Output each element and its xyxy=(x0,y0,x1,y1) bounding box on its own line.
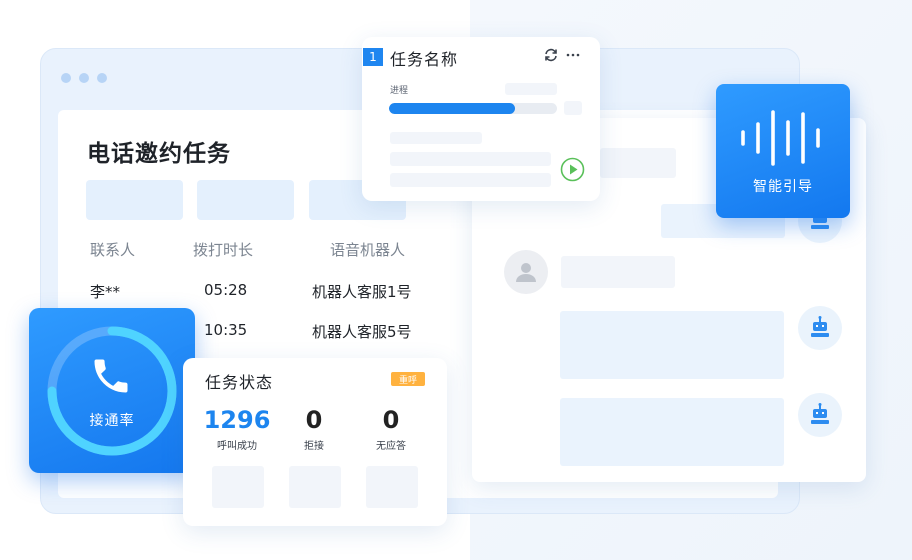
progress-label: 进程 xyxy=(390,86,409,96)
progress-bar xyxy=(389,103,557,114)
column-header-contact: 联系人 xyxy=(90,241,136,259)
refresh-icon[interactable] xyxy=(543,47,559,67)
metric-value-no-answer: 0 xyxy=(382,406,400,434)
play-icon[interactable] xyxy=(560,157,585,186)
robot-avatar-icon xyxy=(798,393,842,437)
cell-duration: 05:28 xyxy=(204,281,248,299)
cell-robot: 机器人客服5号 xyxy=(312,323,412,341)
placeholder-bar xyxy=(390,152,551,166)
progress-fill xyxy=(389,103,515,114)
user-avatar-icon xyxy=(504,250,548,294)
metric-value-success: 1296 xyxy=(203,406,271,434)
placeholder-bar xyxy=(564,101,582,115)
window-dot xyxy=(97,73,107,83)
summary-box xyxy=(86,180,183,220)
placeholder-box xyxy=(366,466,418,508)
metric-label-no-answer: 无应答 xyxy=(376,441,406,452)
window-dot xyxy=(61,73,71,83)
metric-value-rejected: 0 xyxy=(305,406,323,434)
task-number: 1 xyxy=(363,48,383,66)
placeholder-bar xyxy=(390,132,482,144)
placeholder-bar xyxy=(505,83,557,95)
placeholder-bar xyxy=(390,173,551,187)
chat-bubble-placeholder xyxy=(560,311,784,379)
placeholder-box xyxy=(212,466,264,508)
chat-bubble-placeholder xyxy=(600,148,676,178)
connect-rate-card[interactable]: 接通率 xyxy=(29,308,195,473)
more-icon[interactable] xyxy=(566,47,580,67)
page-title: 电话邀约任务 xyxy=(87,141,231,167)
voice-guide-label: 智能引导 xyxy=(753,179,813,195)
waveform-icon xyxy=(741,110,820,166)
robot-avatar-icon xyxy=(798,306,842,350)
column-header-duration: 拨打时长 xyxy=(193,241,254,259)
cell-contact: 李** xyxy=(90,283,121,301)
metric-label-rejected: 拒接 xyxy=(304,441,324,452)
status-badge: 重呼 xyxy=(391,372,425,386)
connect-rate-label: 接通率 xyxy=(89,413,135,429)
placeholder-box xyxy=(289,466,341,508)
column-header-robot: 语音机器人 xyxy=(330,241,406,259)
voice-guide-card[interactable]: 智能引导 xyxy=(716,84,850,218)
status-title: 任务状态 xyxy=(205,373,274,392)
task-name: 任务名称 xyxy=(390,50,459,69)
chat-bubble-placeholder xyxy=(561,256,675,288)
window-dot xyxy=(79,73,89,83)
cell-duration: 10:35 xyxy=(204,321,248,339)
chat-bubble-placeholder xyxy=(560,398,784,466)
summary-box xyxy=(197,180,294,220)
cell-robot: 机器人客服1号 xyxy=(312,283,412,301)
metric-label-success: 呼叫成功 xyxy=(217,441,257,452)
phone-icon xyxy=(94,359,128,393)
